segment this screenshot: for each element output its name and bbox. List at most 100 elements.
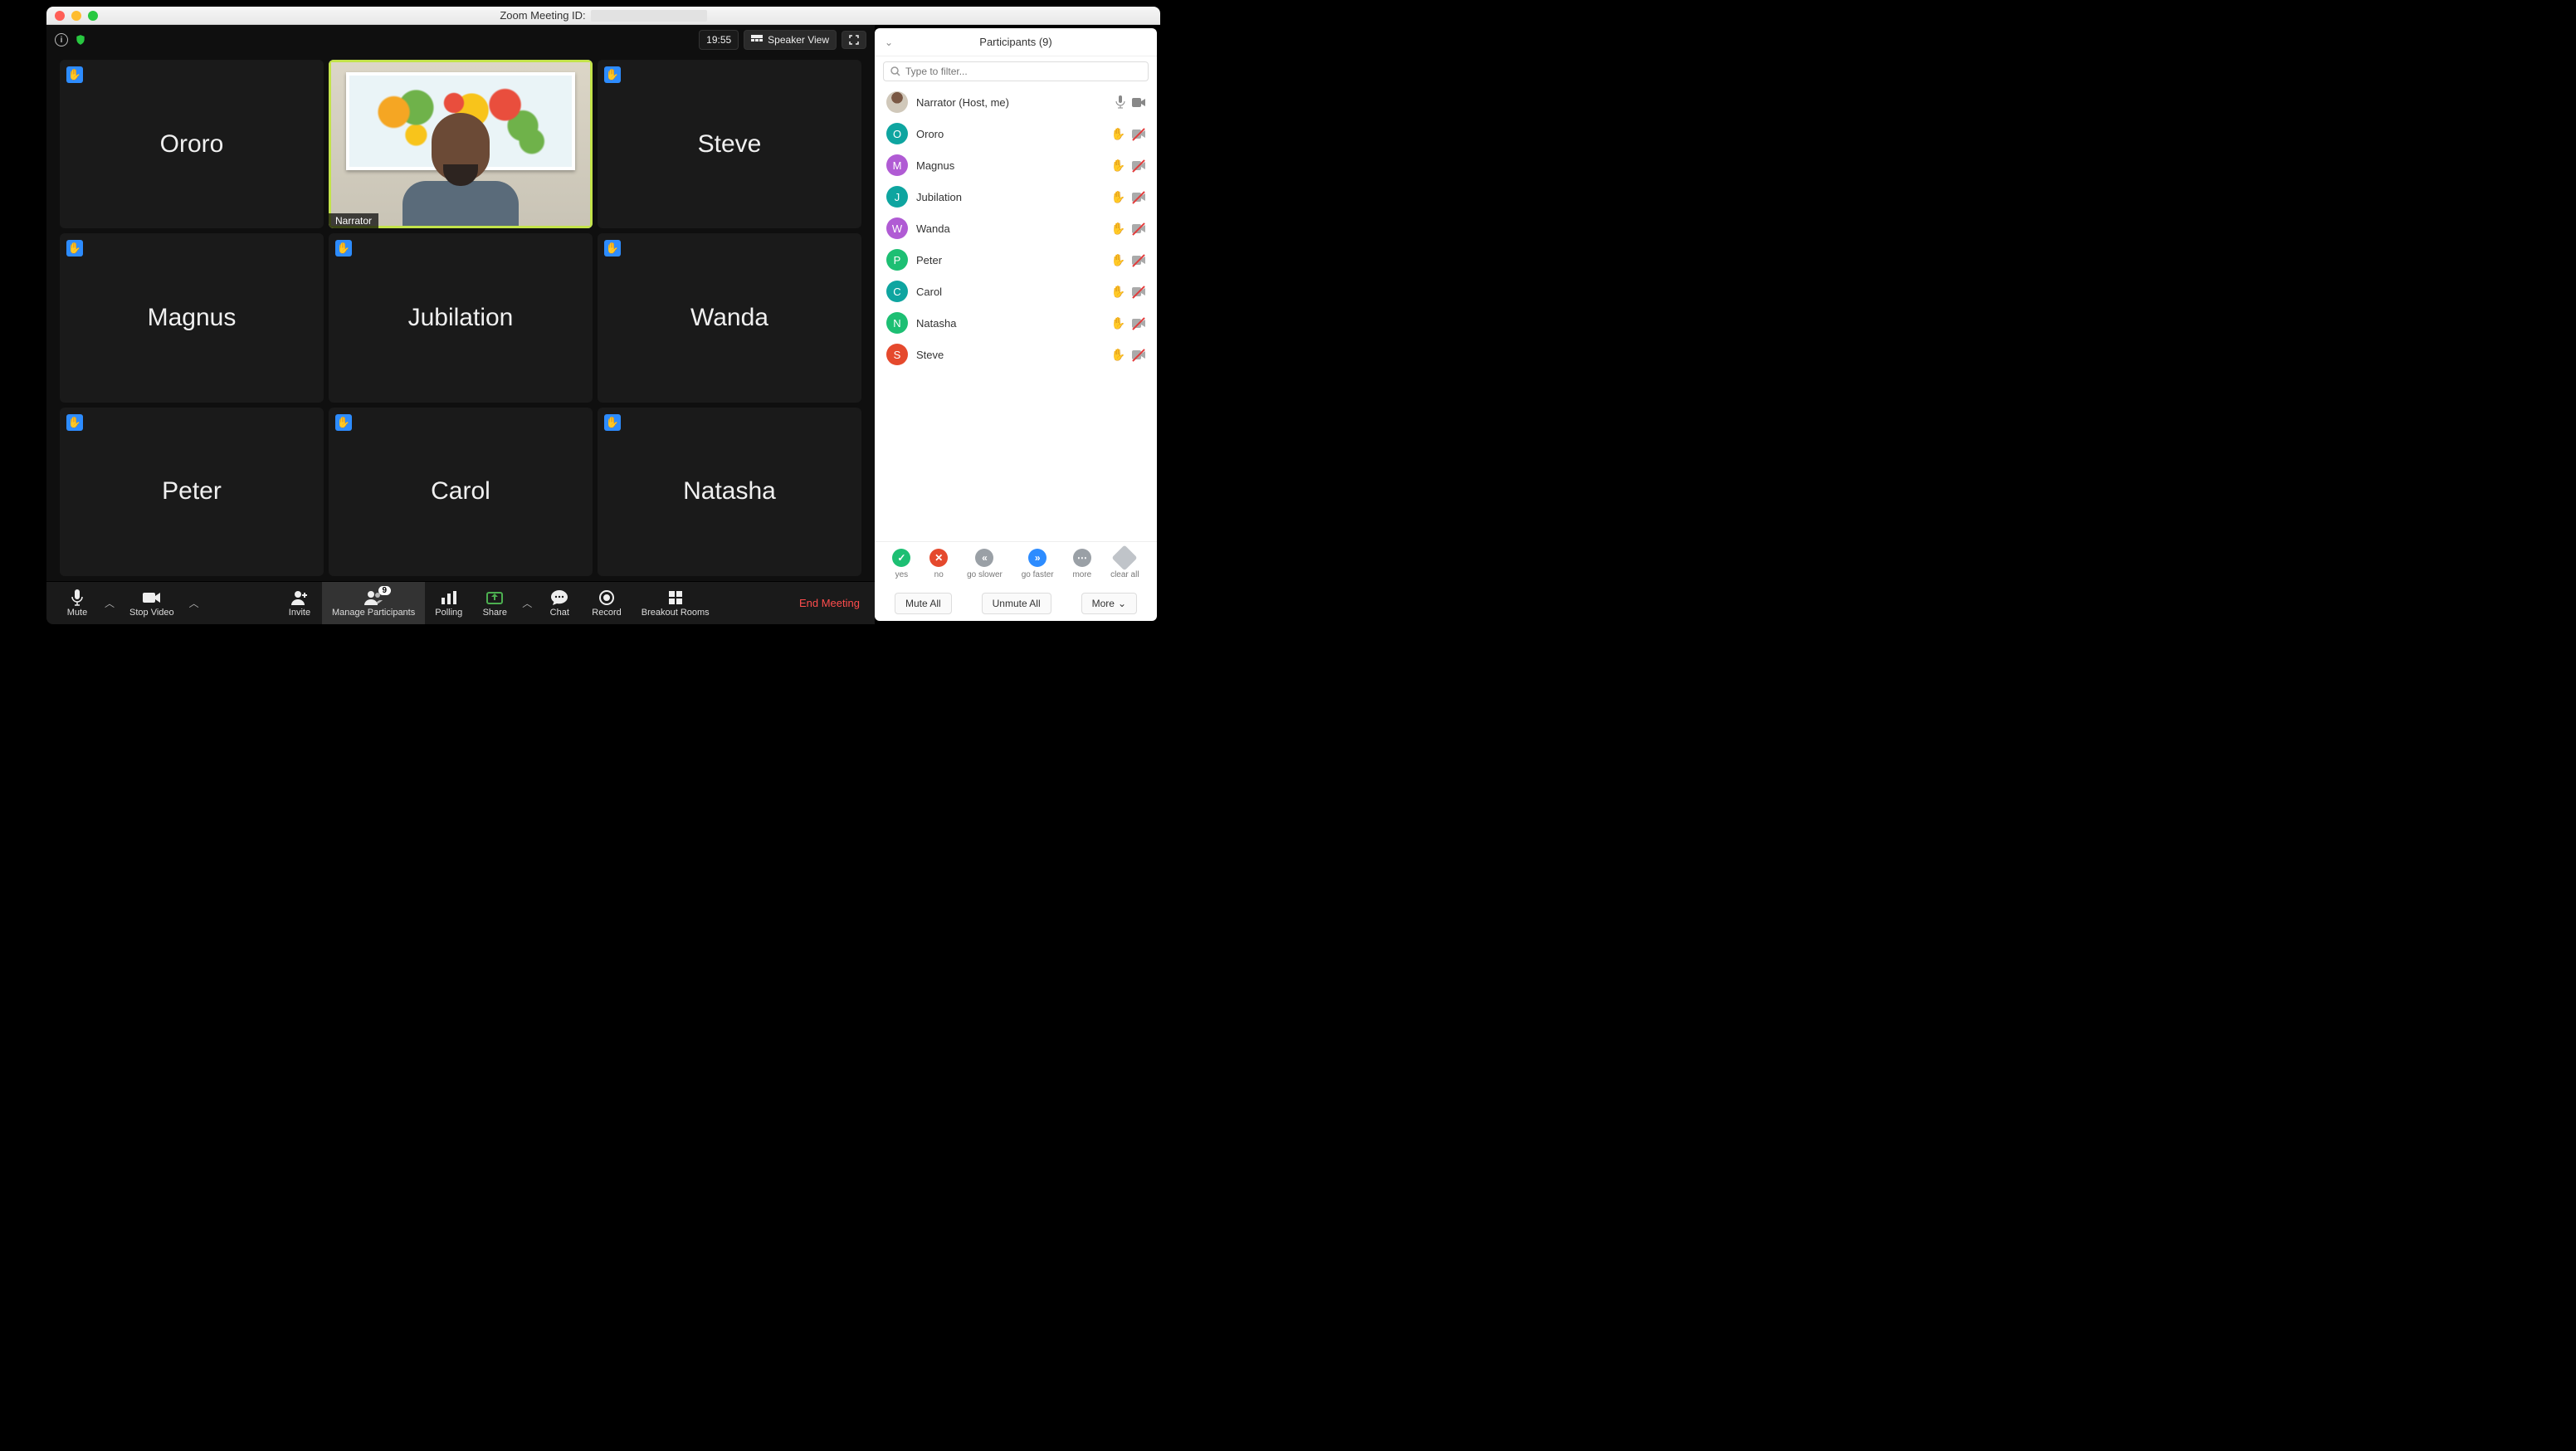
video-tile[interactable]: ✋ Jubilation xyxy=(329,233,593,402)
raised-hand-icon: ✋ xyxy=(1111,190,1125,204)
participant-name: Narrator (Host, me) xyxy=(916,96,1107,109)
tile-name: Carol xyxy=(431,477,490,506)
speaker-video xyxy=(331,62,590,226)
participant-row[interactable]: P Peter ✋ xyxy=(875,244,1157,276)
raised-hand-icon: ✋ xyxy=(66,66,83,83)
collapse-panel-caret[interactable]: ⌄ xyxy=(885,37,893,48)
mute-all-button[interactable]: Mute All xyxy=(895,593,952,614)
breakout-icon xyxy=(669,589,682,606)
video-tile[interactable]: ✋ Natasha xyxy=(598,408,861,576)
share-screen-icon xyxy=(486,589,503,606)
person-silhouette xyxy=(393,95,528,226)
end-meeting-button[interactable]: End Meeting xyxy=(793,597,866,609)
avatar: J xyxy=(886,186,908,208)
participant-row[interactable]: S Steve ✋ xyxy=(875,339,1157,370)
invite-icon xyxy=(291,589,308,606)
avatar: W xyxy=(886,217,908,239)
chat-icon xyxy=(551,589,568,606)
video-tile[interactable]: ✋ Steve xyxy=(598,60,861,228)
mute-button[interactable]: Mute xyxy=(55,582,100,625)
participant-row[interactable]: OOroro✋ xyxy=(875,118,1157,149)
raised-hand-icon: ✋ xyxy=(604,240,621,256)
chat-button[interactable]: Chat xyxy=(537,582,582,625)
avatar: P xyxy=(886,249,908,271)
participant-name: Jubilation xyxy=(916,191,1103,203)
camera-off-icon xyxy=(1132,129,1145,139)
panel-header: ⌄ Participants (9) xyxy=(875,28,1157,56)
participant-count-badge: 9 xyxy=(378,586,392,595)
avatar xyxy=(886,91,908,113)
participant-name: Wanda xyxy=(916,222,1103,235)
breakout-rooms-button[interactable]: Breakout Rooms xyxy=(632,582,720,625)
reaction-slower[interactable]: « go slower xyxy=(967,549,1003,579)
participant-name: Ororo xyxy=(916,128,1103,140)
filter-input[interactable] xyxy=(905,66,1141,77)
panel-more-button[interactable]: More⌄ xyxy=(1081,593,1137,614)
participant-row[interactable]: WWanda✋ xyxy=(875,213,1157,244)
unmute-all-button[interactable]: Unmute All xyxy=(982,593,1051,614)
fullscreen-button[interactable] xyxy=(842,31,866,49)
camera-icon xyxy=(143,589,161,606)
app-window: Zoom Meeting ID: i 19:55 xyxy=(46,7,1160,624)
manage-participants-button[interactable]: 9 Manage Participants xyxy=(322,582,425,625)
traffic-minimize[interactable] xyxy=(71,11,81,21)
encryption-icon[interactable] xyxy=(75,34,86,46)
traffic-close[interactable] xyxy=(55,11,65,21)
filter-field[interactable] xyxy=(883,61,1149,81)
participant-row[interactable]: MMagnus✋ xyxy=(875,149,1157,181)
reaction-more[interactable]: ⋯ more xyxy=(1072,549,1091,579)
tile-name: Natasha xyxy=(683,477,776,506)
window-title: Zoom Meeting ID: xyxy=(500,9,585,22)
tile-name-label: Narrator xyxy=(329,213,378,228)
reaction-faster[interactable]: » go faster xyxy=(1022,549,1054,579)
speaker-view-button[interactable]: Speaker View xyxy=(744,30,837,50)
tile-name: Steve xyxy=(698,130,762,159)
tile-name: Peter xyxy=(162,477,222,506)
video-tile[interactable]: ✋ Peter xyxy=(60,408,324,576)
video-tile[interactable]: ✋ Ororo xyxy=(60,60,324,228)
raised-hand-icon: ✋ xyxy=(1111,348,1125,362)
video-options-caret[interactable]: ︿ xyxy=(184,596,204,610)
camera-off-icon xyxy=(1132,350,1145,359)
avatar: O xyxy=(886,123,908,144)
participant-list: Narrator (Host, me) O Ororo ✋ MMagnus✋ J Jubi… xyxy=(875,86,1157,541)
microphone-icon xyxy=(1115,95,1125,109)
camera-off-icon xyxy=(1132,224,1145,233)
participant-name: Carol xyxy=(916,286,1103,298)
raised-hand-icon: ✋ xyxy=(1111,253,1125,267)
participant-row[interactable]: NNatasha✋ xyxy=(875,307,1157,339)
raised-hand-icon: ✋ xyxy=(66,240,83,256)
reaction-clear[interactable]: clear all xyxy=(1110,549,1139,579)
participant-name: Peter xyxy=(916,254,1103,266)
camera-off-icon xyxy=(1132,161,1145,170)
polling-icon xyxy=(442,589,456,606)
invite-button[interactable]: Invite xyxy=(277,582,322,625)
reaction-no[interactable]: ✕ no xyxy=(929,549,948,579)
participant-row[interactable]: CCarol✋ xyxy=(875,276,1157,307)
video-tile[interactable]: ✋ Wanda xyxy=(598,233,861,402)
raised-hand-icon: ✋ xyxy=(1111,285,1125,299)
participant-name: Steve xyxy=(916,349,1103,361)
avatar: S xyxy=(886,344,908,365)
mac-titlebar: Zoom Meeting ID: xyxy=(46,7,1160,25)
reaction-yes[interactable]: ✓ yes xyxy=(892,549,910,579)
search-icon xyxy=(890,66,900,76)
mute-options-caret[interactable]: ︿ xyxy=(100,596,120,610)
video-tile[interactable]: ✋ Magnus xyxy=(60,233,324,402)
info-icon[interactable]: i xyxy=(55,33,68,46)
participant-row-host[interactable]: Narrator (Host, me) xyxy=(875,86,1157,118)
camera-off-icon xyxy=(1132,193,1145,202)
chevron-down-icon: ⌄ xyxy=(1118,598,1126,609)
microphone-icon xyxy=(71,589,84,606)
traffic-zoom[interactable] xyxy=(88,11,98,21)
record-button[interactable]: Record xyxy=(582,582,631,625)
polling-button[interactable]: Polling xyxy=(425,582,472,625)
meeting-topbar: i 19:55 Speaker View xyxy=(46,25,875,55)
share-button[interactable]: Share xyxy=(472,582,517,625)
stop-video-button[interactable]: Stop Video xyxy=(120,582,184,625)
participant-row[interactable]: J Jubilation ✋ xyxy=(875,181,1157,213)
share-options-caret[interactable]: ︿ xyxy=(517,596,537,610)
video-tile-active[interactable]: Narrator xyxy=(329,60,593,228)
video-tile[interactable]: ✋ Carol xyxy=(329,408,593,576)
avatar: M xyxy=(886,154,908,176)
